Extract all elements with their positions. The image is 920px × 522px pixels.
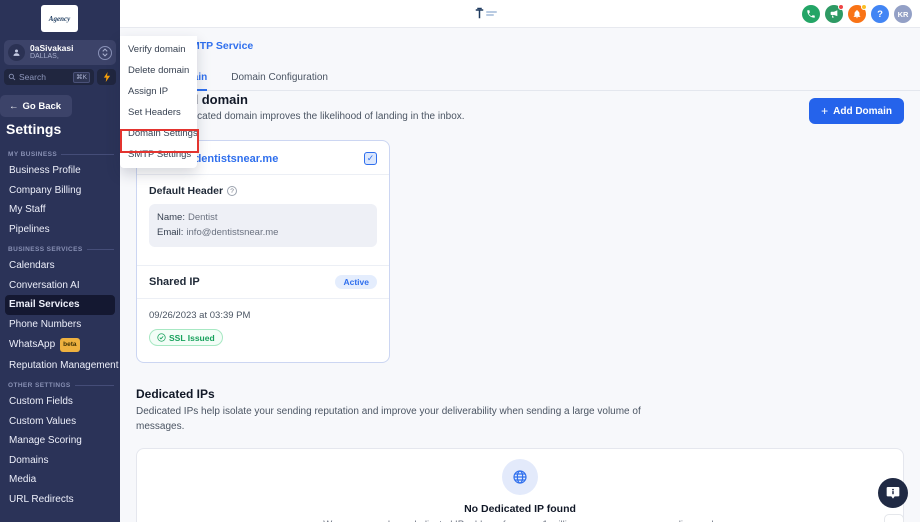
sidebar-item-manage-scoring[interactable]: Manage Scoring	[5, 431, 115, 451]
search-icon	[8, 73, 16, 81]
sidebar: Agency 0aSivakasi DALLAS, Search ⌘K	[0, 0, 120, 522]
menu-item-delete-domain[interactable]: Delete domain	[120, 60, 197, 81]
menu-item-assign-ip[interactable]: Assign IP	[120, 81, 197, 102]
header-name-row: Name:Dentist	[157, 211, 369, 226]
ssl-issued-badge: SSL Issued	[149, 329, 223, 346]
ssl-issued-label: SSL Issued	[169, 333, 215, 343]
shared-ip-label: Shared IP	[149, 276, 200, 288]
dedicated-ips-description: Dedicated IPs help isolate your sending …	[136, 405, 691, 434]
sidebar-item-domains[interactable]: Domains	[5, 451, 115, 471]
tabs: Dedicated DomainDomain Configuration	[120, 67, 920, 91]
plus-icon: +	[821, 104, 828, 118]
sidebar-nav: MY BUSINESSBusiness ProfileCompany Billi…	[0, 144, 120, 509]
account-switcher[interactable]: 0aSivakasi DALLAS,	[4, 40, 116, 65]
topbar-icons: ? KR	[802, 5, 912, 23]
question-mark-icon: ?	[877, 9, 883, 20]
add-domain-label: Add Domain	[833, 106, 892, 117]
dedicated-ips-section-header: Dedicated IPs Dedicated IPs help isolate…	[136, 387, 691, 434]
header-email-row: Email:info@dentistsnear.me	[157, 226, 369, 241]
go-back-label: Go Back	[23, 101, 62, 112]
settings-heading: Settings	[6, 121, 61, 137]
status-badge: Active	[335, 275, 377, 289]
sidebar-item-phone-numbers[interactable]: Phone Numbers	[5, 315, 115, 335]
domain-card: ••• kr2.dentistsnear.me ✓ Default Header…	[136, 140, 390, 363]
dedicated-ips-title: Dedicated IPs	[136, 387, 691, 401]
sidebar-item-media[interactable]: Media	[5, 470, 115, 490]
notification-dot	[838, 4, 844, 10]
menu-item-verify-domain[interactable]: Verify domain	[120, 39, 197, 60]
notifications-button[interactable]	[848, 5, 866, 23]
account-switch-chevrons-icon[interactable]	[98, 46, 112, 60]
phone-icon	[806, 9, 816, 19]
sidebar-item-whatsapp[interactable]: WhatsAppbeta	[5, 334, 115, 356]
account-avatar-icon	[8, 44, 25, 61]
sidebar-search-row: Search ⌘K	[4, 69, 116, 85]
globe-icon	[512, 469, 528, 485]
name-label: Name:	[157, 212, 185, 223]
sidebar-item-company-billing[interactable]: Company Billing	[5, 181, 115, 201]
main-content: SMTP Service Dedicated DomainDomain Conf…	[120, 28, 920, 522]
agency-logo-text: Agency	[49, 15, 70, 23]
header-logo	[475, 7, 497, 19]
default-header-label: Default Header	[149, 185, 223, 197]
email-value: info@dentistsnear.me	[186, 227, 278, 238]
domain-checkbox[interactable]: ✓	[364, 152, 377, 165]
search-shortcut-badge: ⌘K	[73, 72, 90, 83]
bell-icon	[852, 9, 862, 19]
help-button[interactable]: ?	[871, 5, 889, 23]
search-input[interactable]: Search ⌘K	[4, 69, 94, 85]
sidebar-item-conversation-ai[interactable]: Conversation AI	[5, 276, 115, 296]
notification-dot	[861, 4, 867, 10]
scroll-down-chip[interactable]: ⌄	[884, 514, 904, 522]
header-logo-icon	[475, 7, 484, 19]
sidebar-section-label-other-settings: OTHER SETTINGS	[0, 375, 120, 392]
empty-state-title: No Dedicated IP found	[137, 503, 903, 515]
dedicated-ips-empty-card: No Dedicated IP found We recommend one d…	[136, 448, 904, 522]
domain-timestamp: 09/26/2023 at 03:39 PM	[137, 299, 389, 325]
megaphone-icon	[829, 9, 839, 19]
lightning-bolt-icon	[103, 72, 111, 82]
back-arrow-icon: ←	[9, 101, 19, 112]
sidebar-item-my-staff[interactable]: My Staff	[5, 200, 115, 220]
avatar-initials: KR	[898, 10, 909, 19]
menu-item-set-headers[interactable]: Set Headers	[120, 102, 197, 123]
support-chat-button[interactable]	[878, 478, 908, 508]
search-placeholder: Search	[19, 72, 46, 82]
sidebar-item-reputation-management[interactable]: Reputation Management	[5, 356, 115, 376]
name-value: Dentist	[188, 212, 218, 223]
check-circle-icon	[157, 333, 166, 342]
agency-logo[interactable]: Agency	[41, 5, 78, 32]
account-location: DALLAS,	[30, 53, 73, 61]
tutorial-highlight-box	[120, 129, 199, 153]
announcements-button[interactable]	[825, 5, 843, 23]
sidebar-section-label-business-services: BUSINESS SERVICES	[0, 239, 120, 256]
chat-bubble-icon	[885, 485, 901, 501]
email-label: Email:	[157, 227, 183, 238]
default-header-row: Default Header ?	[137, 175, 389, 204]
shared-ip-row: Shared IP Active	[137, 266, 389, 298]
add-domain-button[interactable]: + Add Domain	[809, 98, 904, 124]
user-avatar[interactable]: KR	[894, 5, 912, 23]
quick-actions-button[interactable]	[97, 69, 116, 85]
sidebar-item-custom-fields[interactable]: Custom Fields	[5, 392, 115, 412]
sidebar-item-custom-values[interactable]: Custom Values	[5, 412, 115, 432]
topbar: ? KR	[120, 0, 920, 28]
default-header-info-box: Name:Dentist Email:info@dentistsnear.me	[149, 204, 377, 247]
sidebar-item-email-services[interactable]: Email Services	[5, 295, 115, 315]
globe-icon-wrapper	[502, 459, 538, 495]
sidebar-item-pipelines[interactable]: Pipelines	[5, 220, 115, 240]
sidebar-section-label-my-business: MY BUSINESS	[0, 144, 120, 161]
tab-domain-configuration[interactable]: Domain Configuration	[231, 72, 328, 90]
go-back-button[interactable]: ← Go Back	[0, 95, 72, 117]
sidebar-item-url-redirects[interactable]: URL Redirects	[5, 490, 115, 510]
phone-button[interactable]	[802, 5, 820, 23]
help-tooltip-icon[interactable]: ?	[227, 186, 237, 196]
beta-badge: beta	[60, 338, 79, 352]
sidebar-item-business-profile[interactable]: Business Profile	[5, 161, 115, 181]
sidebar-item-calendars[interactable]: Calendars	[5, 256, 115, 276]
account-name: 0aSivakasi	[30, 43, 73, 53]
app-screen: Agency 0aSivakasi DALLAS, Search ⌘K	[0, 0, 920, 522]
